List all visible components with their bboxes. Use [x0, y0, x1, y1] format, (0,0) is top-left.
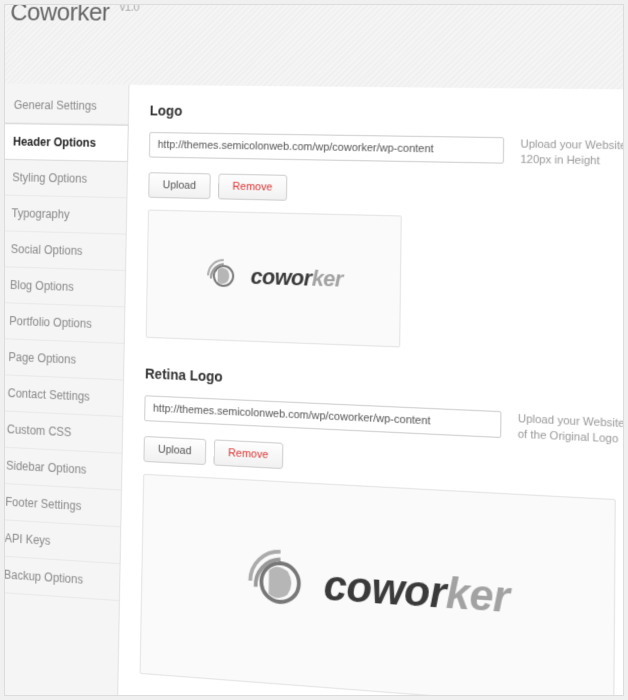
field-hint: Upload your Website Logo. Max Width and …	[520, 137, 624, 173]
styling-icon: ✎	[4, 169, 5, 185]
section-logo: Logo Upload your Website Logo. Max Width…	[146, 103, 624, 366]
main-panel: Save Logo Upload your Website Logo. Max …	[118, 85, 624, 696]
section-retina-logo: Retina Logo Upload your Website Retina L…	[140, 365, 624, 696]
logo-url-input[interactable]	[144, 395, 501, 438]
sidebar-item-blog-options[interactable]: ✎Blog Options	[4, 266, 125, 307]
sidebar-item-header-options[interactable]: ▦ Header Options	[4, 123, 129, 162]
logo-preview: coworker	[146, 209, 402, 347]
sidebar-item-label: Footer Settings	[5, 495, 81, 513]
section-title: Logo	[150, 103, 624, 128]
sidebar-item-general-settings[interactable]: ⚙ General Settings	[4, 87, 128, 125]
sidebar-item-label: Blog Options	[10, 278, 74, 294]
remove-button[interactable]: Remove	[218, 173, 287, 200]
sidebar-item-typography[interactable]: TTypography	[4, 195, 126, 235]
sidebar-item-page-options[interactable]: ▤Page Options	[4, 338, 124, 380]
sidebar-item-label: Contact Settings	[8, 386, 90, 403]
sidebar-item-label: Portfolio Options	[9, 314, 92, 331]
sidebar-item-label: Typography	[11, 206, 69, 221]
sidebar-item-label: Backup Options	[4, 568, 83, 587]
logo-text: coworker	[323, 560, 509, 622]
sidebar-item-social-options[interactable]: fSocial Options	[4, 231, 126, 271]
upload-button[interactable]: Upload	[148, 172, 210, 199]
sidebar-item-contact-settings[interactable]: Contact Settings	[4, 374, 123, 417]
header-icon: ▦	[4, 134, 6, 150]
logo-text: coworker	[251, 264, 344, 293]
sidebar-item-label: Header Options	[13, 135, 96, 150]
page-title: Coworker v1.0	[10, 4, 624, 29]
logo-preview: coworker	[140, 473, 616, 696]
sidebar-item-label: Social Options	[11, 242, 83, 258]
sidebar-item-portfolio-options[interactable]: ▦Portfolio Options	[4, 302, 124, 344]
sidebar-item-label: Styling Options	[12, 171, 87, 186]
general-icon: ⚙	[4, 97, 7, 113]
sidebar-item-sidebar-options[interactable]: Sidebar Options	[4, 446, 122, 490]
upload-button[interactable]: Upload	[143, 436, 206, 465]
sidebar-item-label: General Settings	[14, 98, 97, 113]
sidebar: ⚙ General Settings ▦ Header Options ✎ Styling…	[4, 83, 129, 696]
app-version: v1.0	[120, 4, 140, 14]
sidebar-item-label: API Keys	[4, 531, 50, 548]
logo-url-input[interactable]	[149, 132, 504, 164]
sidebar-item-styling-options[interactable]: ✎ Styling Options	[4, 159, 127, 198]
sidebar-item-label: Page Options	[8, 350, 76, 366]
sidebar-item-label: Custom CSS	[7, 422, 72, 439]
app-name: Coworker	[10, 4, 110, 26]
sidebar-item-label: Sidebar Options	[6, 459, 87, 477]
sidebar-item-custom-css[interactable]: Custom CSS	[4, 410, 122, 454]
remove-button[interactable]: Remove	[213, 439, 283, 469]
field-hint: Upload your Website Retina Logo. Double …	[518, 412, 624, 456]
